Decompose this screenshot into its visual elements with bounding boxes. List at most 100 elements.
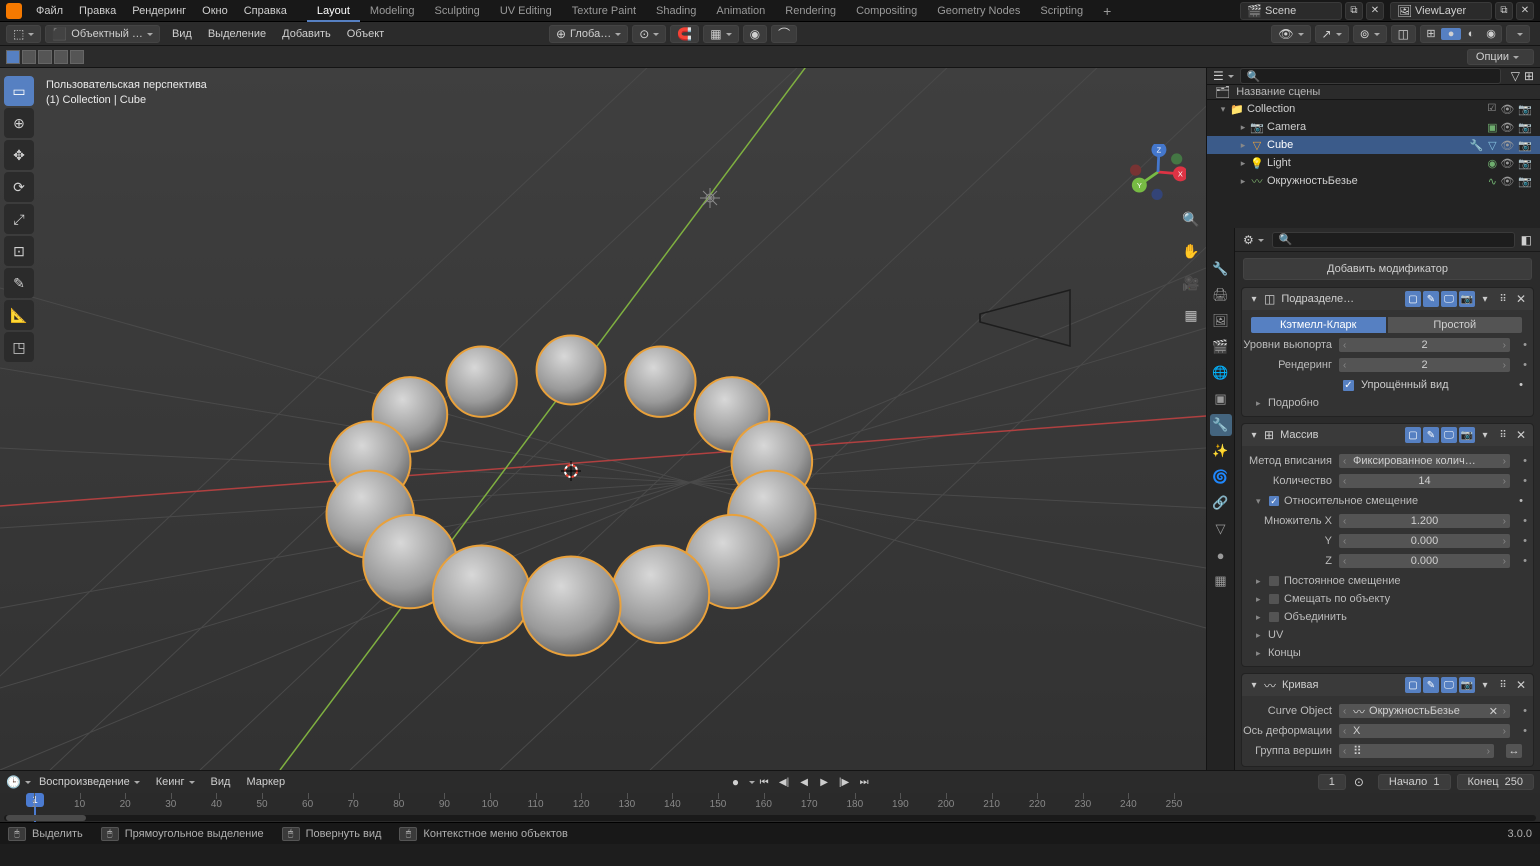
caps-label[interactable]: Концы <box>1268 647 1301 659</box>
ptab-particles[interactable]: ✨ <box>1210 440 1232 462</box>
mode-dropdown[interactable]: ⬛Объектный … <box>45 25 160 43</box>
properties-pin-icon[interactable]: ◧ <box>1521 233 1532 247</box>
play-reverse-icon[interactable]: ◀ <box>795 774 813 790</box>
frame-preview-toggle[interactable]: ⊙ <box>1354 775 1364 789</box>
matprev-mode[interactable]: ◐ <box>1461 28 1481 40</box>
menu-edit[interactable]: Правка <box>71 0 124 22</box>
collapse-icon[interactable]: ▾ <box>1246 427 1262 443</box>
tool-select[interactable]: ▭ <box>4 76 34 106</box>
tab-add[interactable]: + <box>1093 0 1121 22</box>
timeline-scrollbar[interactable] <box>4 815 1536 821</box>
render-toggle-icon[interactable]: 📷 <box>1518 157 1532 170</box>
outliner-row-camera[interactable]: ▸ 📷 Camera ▣ 👁📷 <box>1207 118 1540 136</box>
simple-button[interactable]: Простой <box>1387 316 1524 334</box>
delete-modifier-button[interactable]: ✕ <box>1513 427 1529 443</box>
scroll-thumb[interactable] <box>6 815 86 821</box>
pivot-dropdown[interactable]: ⊙ <box>632 25 666 43</box>
jump-start-icon[interactable]: ⏮ <box>755 774 773 790</box>
rendered-mode[interactable]: ◉ <box>1481 27 1501 40</box>
viewlayer-field[interactable]: 🖼ViewLayer <box>1390 2 1492 20</box>
scene-delete-button[interactable]: ✕ <box>1366 2 1384 20</box>
tool-annotate[interactable]: ✎ <box>4 268 34 298</box>
ptab-world[interactable]: 🌐 <box>1210 362 1232 384</box>
invert-vertex-group-button[interactable]: ↔ <box>1505 743 1523 759</box>
ptab-physics[interactable]: 🌀 <box>1210 466 1232 488</box>
outliner-row-cube[interactable]: ▸ ▽ Cube 🔧 ▽ 👁📷 <box>1207 136 1540 154</box>
oncage-icon[interactable]: ▢ <box>1405 427 1421 443</box>
tool-move[interactable]: ✥ <box>4 140 34 170</box>
viewport-levels-field[interactable]: 2 <box>1338 337 1511 353</box>
tl-marker-menu[interactable]: Маркер <box>238 776 293 788</box>
menu-help[interactable]: Справка <box>236 0 295 22</box>
current-frame-field[interactable]: 1 <box>1318 774 1346 790</box>
clear-icon[interactable]: ✕ <box>1489 705 1498 718</box>
render-display-icon[interactable]: 📷 <box>1459 427 1475 443</box>
ptab-material[interactable]: ● <box>1210 544 1232 566</box>
drag-icon[interactable]: ⠿ <box>1495 427 1511 443</box>
tool-scale[interactable]: ⤢ <box>4 204 34 234</box>
delete-modifier-button[interactable]: ✕ <box>1513 291 1529 307</box>
menu-window[interactable]: Окно <box>194 0 236 22</box>
xray-toggle[interactable]: ◫ <box>1391 25 1416 43</box>
tab-rendering[interactable]: Rendering <box>775 0 846 22</box>
tl-view-menu[interactable]: Вид <box>203 776 239 788</box>
vertex-group-field[interactable]: ⠿ <box>1338 743 1495 759</box>
select-tweak[interactable] <box>6 50 20 64</box>
ptab-meshdata[interactable]: ▽ <box>1210 518 1232 540</box>
modifier-header[interactable]: ▾ ◫ Подразделе… ▢ ✎ 🖵 📷 ▾ ⠿ ✕ <box>1242 288 1533 310</box>
viewport-display-icon[interactable]: 🖵 <box>1441 677 1457 693</box>
outliner-editor-icon[interactable]: ☰ <box>1213 69 1224 83</box>
visibility-eye-icon[interactable]: 👁 <box>1500 139 1514 152</box>
merge-checkbox[interactable] <box>1268 611 1280 623</box>
scene-new-button[interactable]: ⧉ <box>1345 2 1363 20</box>
catmull-button[interactable]: Кэтмелл-Кларк <box>1250 316 1387 334</box>
autokey-toggle[interactable]: ● <box>732 775 739 789</box>
tab-compositing[interactable]: Compositing <box>846 0 927 22</box>
render-levels-field[interactable]: 2 <box>1338 357 1511 373</box>
uv-label[interactable]: UV <box>1268 629 1283 641</box>
outliner-search-input[interactable]: 🔍 <box>1240 68 1501 84</box>
oncage-icon[interactable]: ▢ <box>1405 291 1421 307</box>
deform-axis-field[interactable]: X <box>1338 723 1511 739</box>
visibility-eye-icon[interactable]: 👁 <box>1500 175 1514 188</box>
render-toggle-icon[interactable]: 📷 <box>1518 139 1532 152</box>
advanced-label[interactable]: Подробно <box>1268 397 1319 409</box>
tab-modeling[interactable]: Modeling <box>360 0 425 22</box>
menu-select[interactable]: Выделение <box>200 28 274 40</box>
tab-scripting[interactable]: Scripting <box>1030 0 1093 22</box>
relative-offset-checkbox[interactable]: ✓ <box>1268 495 1280 507</box>
object-offset-label[interactable]: Смещать по объекту <box>1284 593 1390 605</box>
ptab-constraints[interactable]: 🔗 <box>1210 492 1232 514</box>
extras-icon[interactable]: ▾ <box>1477 677 1493 693</box>
collapse-icon[interactable]: ▾ <box>1246 677 1262 693</box>
tool-rotate[interactable]: ⟳ <box>4 172 34 202</box>
factor-z-field[interactable]: 0.000 <box>1338 553 1511 569</box>
ptab-modifiers[interactable]: 🔧 <box>1210 414 1232 436</box>
timeline-editor-icon[interactable]: 🕒 <box>6 775 21 789</box>
zoom-icon[interactable]: 🔍 <box>1180 208 1202 230</box>
proportional-toggle[interactable]: ◉ <box>743 25 767 43</box>
tool-transform[interactable]: ⊡ <box>4 236 34 266</box>
menu-render[interactable]: Рендеринг <box>124 0 194 22</box>
relative-offset-label[interactable]: Относительное смещение <box>1284 495 1418 507</box>
factor-x-field[interactable]: 1.200 <box>1338 513 1511 529</box>
nav-gizmo[interactable]: X Y Z <box>1130 144 1186 200</box>
tl-keying-menu[interactable]: Кеинг <box>148 776 203 788</box>
outliner-row-bezier[interactable]: ▸ 〰 ОкружностьБезье ∿ 👁📷 <box>1207 172 1540 190</box>
proportional-falloff[interactable]: ⌒ <box>771 25 797 43</box>
end-frame-field[interactable]: Конец 250 <box>1457 774 1535 790</box>
next-key-icon[interactable]: |▶ <box>835 774 853 790</box>
play-icon[interactable]: ▶ <box>815 774 833 790</box>
disclosure-icon[interactable]: ▸ <box>1237 176 1249 187</box>
drag-icon[interactable]: ⠿ <box>1495 677 1511 693</box>
scene-field[interactable]: 🎬Scene <box>1240 2 1342 20</box>
timeline-ruler[interactable]: 1 11020304050607080901001101201301401501… <box>0 793 1540 822</box>
modifier-header[interactable]: ▾ 〰 Кривая ▢ ✎ 🖵 📷 ▾ ⠿ ✕ <box>1242 674 1533 696</box>
camera-icon[interactable]: 🎥 <box>1180 272 1202 294</box>
ptab-scene[interactable]: 🎬 <box>1210 336 1232 358</box>
3d-viewport[interactable]: Пользовательская перспектива (1) Collect… <box>0 68 1206 770</box>
menu-view[interactable]: Вид <box>164 28 200 40</box>
viewlayer-delete-button[interactable]: ✕ <box>1516 2 1534 20</box>
pan-icon[interactable]: ✋ <box>1180 240 1202 262</box>
exclude-checkbox[interactable]: ☑ <box>1487 103 1496 116</box>
